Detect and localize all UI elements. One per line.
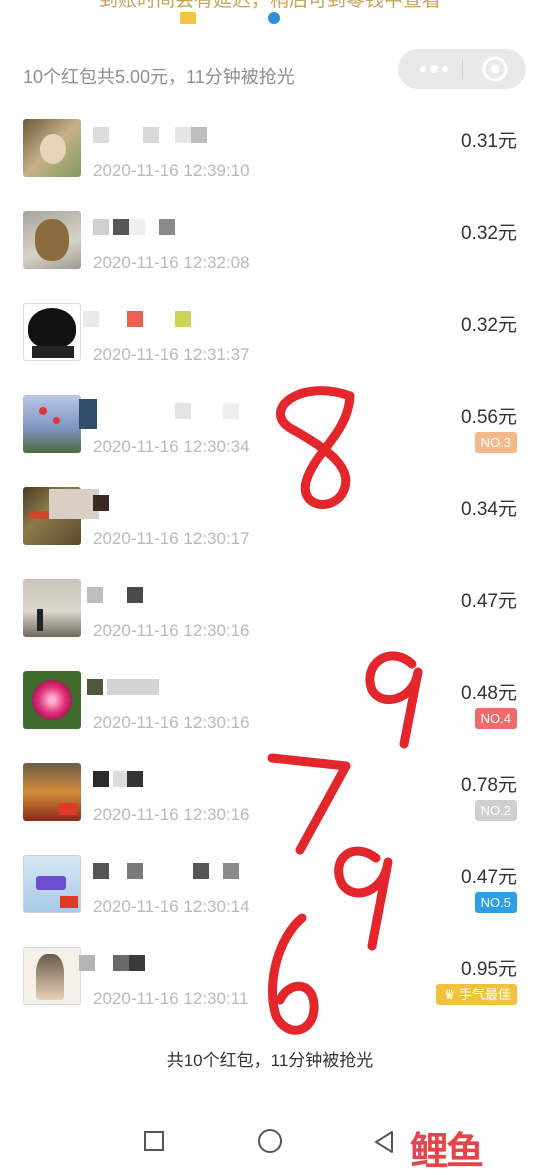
- best-luck-badge: ♛ 手气最佳: [435, 984, 517, 1005]
- receiver-row[interactable]: 2020-11-16 12:39:10 0.31元: [0, 102, 540, 194]
- amount: 0.32元: [461, 315, 517, 336]
- blurred-name: [83, 311, 253, 327]
- redpacket-summary: 10个红包共5.00元，11分钟被抢光: [23, 67, 295, 87]
- receive-time: 2020-11-16 12:31:37: [93, 345, 250, 364]
- blurred-name: [87, 587, 253, 603]
- avatar: [23, 395, 81, 453]
- rank-badge: NO.2: [474, 800, 517, 821]
- notice-icons: [180, 10, 290, 28]
- receiver-row[interactable]: 2020-11-16 12:30:14 0.47元 NO.5: [0, 838, 540, 930]
- receive-time: 2020-11-16 12:32:08: [93, 253, 250, 272]
- back-button[interactable]: [372, 1130, 396, 1154]
- receiver-row[interactable]: 2020-11-16 12:30:11 0.95元 ♛ 手气最佳: [0, 930, 540, 1022]
- blurred-name: [93, 863, 253, 879]
- avatar: [23, 855, 81, 913]
- receive-time: 2020-11-16 12:30:34: [93, 437, 250, 456]
- avatar: [23, 579, 81, 637]
- avatar: [23, 947, 81, 1005]
- rank-badge: NO.5: [474, 892, 517, 913]
- receive-time: 2020-11-16 12:30:16: [93, 713, 250, 732]
- amount: 0.48元: [461, 683, 517, 704]
- blurred-name: [79, 955, 253, 971]
- receiver-row[interactable]: 2020-11-16 12:30:16 0.78元 NO.2: [0, 746, 540, 838]
- more-dots-icon[interactable]: [420, 63, 452, 75]
- blurred-name: [87, 679, 253, 695]
- receiver-row[interactable]: 2020-11-16 12:30:17 0.34元: [0, 470, 540, 562]
- amount: 0.78元: [461, 775, 517, 796]
- miniprogram-capsule: [398, 49, 526, 89]
- folder-icon: [180, 12, 196, 24]
- amount: 0.31元: [461, 131, 517, 152]
- receiver-row[interactable]: 2020-11-16 12:32:08 0.32元: [0, 194, 540, 286]
- blurred-name: [93, 127, 253, 143]
- avatar: [23, 119, 81, 177]
- recent-apps-button[interactable]: [144, 1131, 164, 1151]
- avatar: [23, 671, 81, 729]
- blurred-name: [93, 219, 253, 235]
- target-icon[interactable]: [482, 56, 508, 82]
- best-luck-label: 手气最佳: [458, 987, 511, 1002]
- watermark-logo: 鲤鱼: [410, 1131, 484, 1173]
- avatar: [23, 763, 81, 821]
- receive-time: 2020-11-16 12:30:17: [93, 529, 250, 548]
- blurred-name: [79, 399, 253, 429]
- footer-summary: 共10个红包，11分钟被抢光: [166, 1051, 374, 1070]
- amount: 0.47元: [461, 867, 517, 888]
- blurred-name: [49, 489, 253, 519]
- avatar: [23, 211, 81, 269]
- amount: 0.47元: [461, 591, 517, 612]
- amount: 0.56元: [461, 407, 517, 428]
- capsule-divider: [462, 59, 463, 79]
- receive-time: 2020-11-16 12:39:10: [93, 161, 250, 180]
- crown-icon: ♛: [443, 987, 459, 1002]
- link-icon: [268, 12, 280, 24]
- amount: 0.95元: [461, 959, 517, 980]
- rank-badge: NO.4: [474, 708, 517, 729]
- home-button[interactable]: [258, 1129, 282, 1153]
- receiver-row[interactable]: 2020-11-16 12:31:37 0.32元: [0, 286, 540, 378]
- receiver-row[interactable]: 2020-11-16 12:30:16 0.47元: [0, 562, 540, 654]
- receiver-row[interactable]: 2020-11-16 12:30:16 0.48元 NO.4: [0, 654, 540, 746]
- avatar: [23, 303, 81, 361]
- blurred-name: [93, 771, 253, 787]
- rank-badge: NO.3: [474, 432, 517, 453]
- receive-time: 2020-11-16 12:30:11: [93, 989, 249, 1008]
- receive-time: 2020-11-16 12:30:16: [93, 805, 250, 824]
- amount: 0.34元: [461, 499, 517, 520]
- receive-time: 2020-11-16 12:30:16: [93, 621, 250, 640]
- receive-time: 2020-11-16 12:30:14: [93, 897, 250, 916]
- amount: 0.32元: [461, 223, 517, 244]
- receiver-row[interactable]: 2020-11-16 12:30:34 0.56元 NO.3: [0, 378, 540, 470]
